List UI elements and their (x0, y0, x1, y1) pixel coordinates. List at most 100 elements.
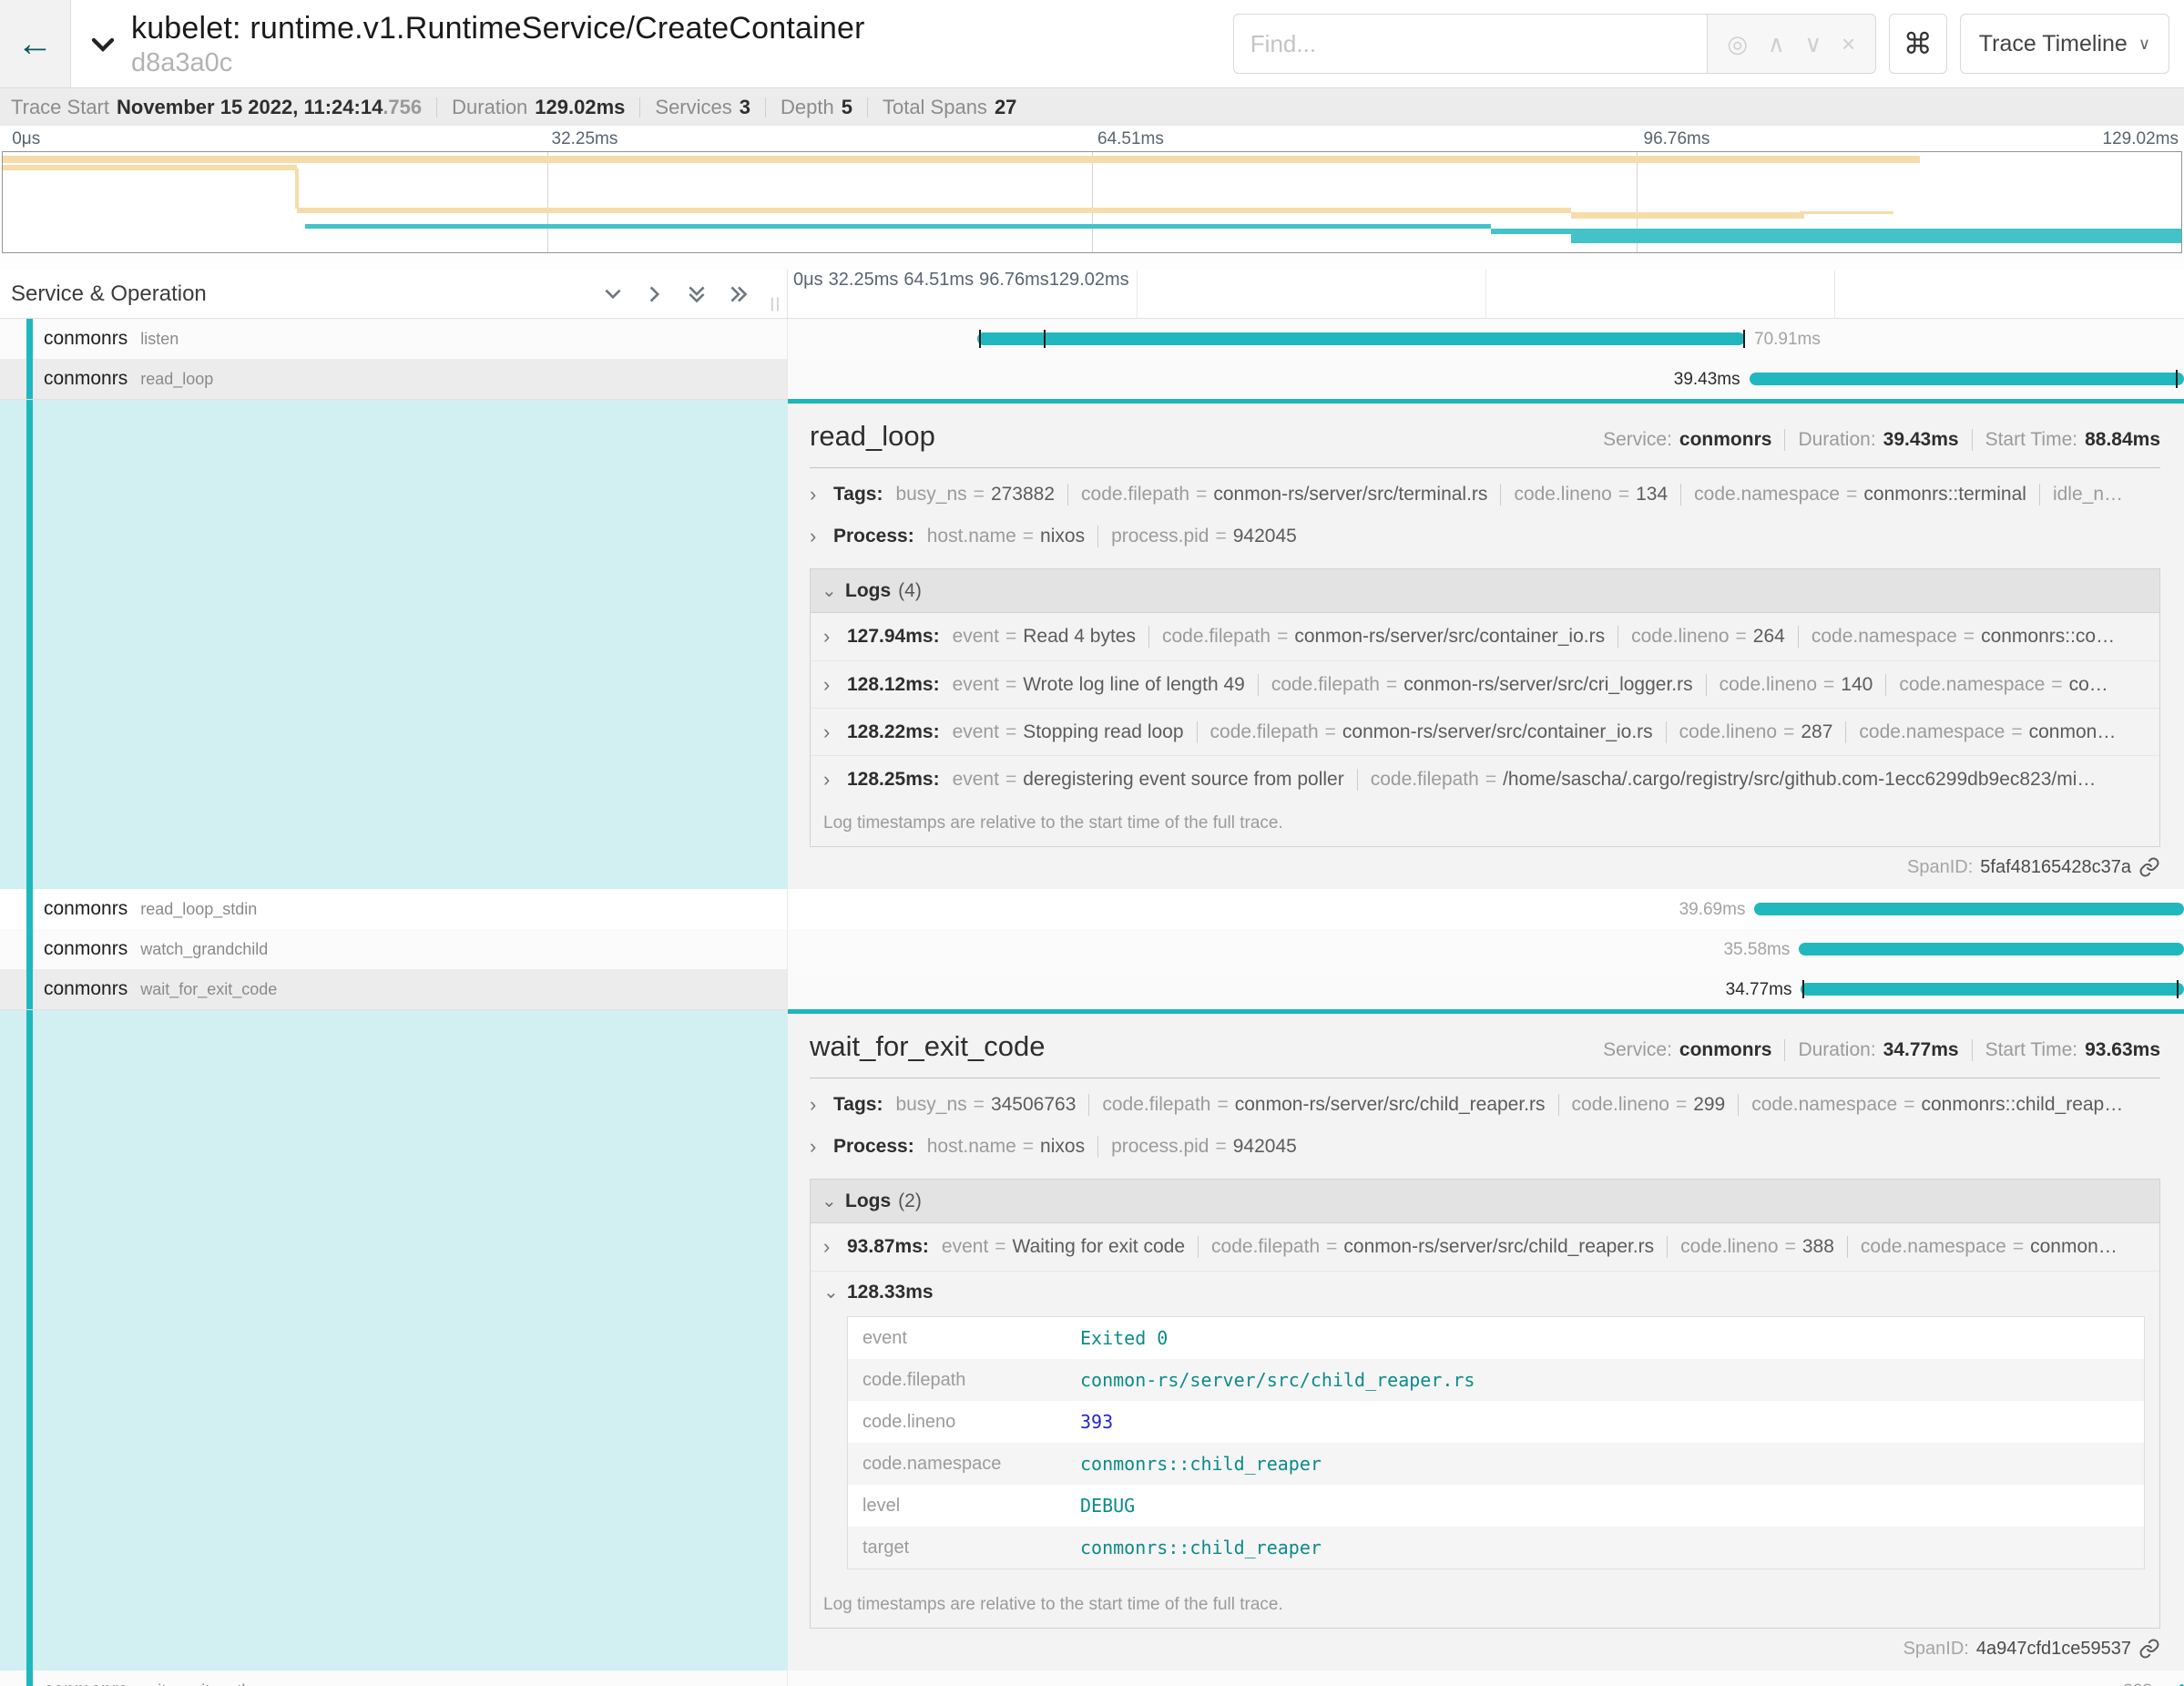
log-entry[interactable]: ›128.12ms:event=Wrote log line of length… (811, 660, 2159, 708)
tag-item: event=Read 4 bytes (953, 626, 1136, 648)
minimap-canvas[interactable] (2, 151, 2182, 253)
span-detail-meta: Service:conmonrs Duration:34.77ms Start … (1603, 1039, 2160, 1061)
span-row[interactable]: conmonrs read_loop_stdin 39.69ms (0, 889, 2184, 929)
minimap-ruler: 0μs32.25ms64.51ms96.76ms129.02ms (0, 126, 2184, 151)
tag-value: 942045 (1233, 1136, 1297, 1157)
duration-label: Duration (452, 96, 527, 119)
equals-sign: = (2051, 674, 2062, 695)
next-result-icon[interactable]: ∨ (1804, 30, 1822, 58)
span-detail-panel: wait_for_exit_code Service:conmonrs Dura… (0, 1009, 2184, 1671)
locate-icon[interactable]: ◎ (1727, 30, 1748, 58)
tag-item: code.filepath=conmon-rs/server/src/child… (1102, 1094, 1545, 1116)
divider (1258, 674, 1259, 696)
span-row[interactable]: conmonrs write_exit_path 303μs (0, 1671, 2184, 1686)
collapse-one-icon[interactable] (601, 282, 625, 306)
prev-result-icon[interactable]: ∧ (1768, 30, 1785, 58)
log-entry[interactable]: ›128.22ms:event=Stopping read loopcode.f… (811, 708, 2159, 755)
view-selector-button[interactable]: Trace Timeline ∨ (1960, 14, 2169, 74)
divider (1097, 1136, 1098, 1158)
equals-sign: = (1005, 721, 1016, 742)
span-bar[interactable] (1754, 903, 2184, 915)
chevron-right-icon: › (823, 768, 847, 792)
tag-key: code.lineno (1572, 1094, 1669, 1115)
tag-item: code.lineno=287 (1679, 721, 1833, 743)
tag-item: event=Stopping read loop (953, 721, 1184, 743)
span-detail-meta: Service:conmonrs Duration:39.43ms Start … (1603, 429, 2160, 451)
logs-footer-note: Log timestamps are relative to the start… (811, 802, 2159, 846)
chevron-right-icon: › (823, 673, 847, 697)
tag-item: process.pid=942045 (1111, 1136, 1297, 1158)
service-name: conmonrs (44, 328, 128, 350)
equals-sign: = (1005, 769, 1016, 790)
tag-key: event (953, 721, 999, 742)
span-bar[interactable] (1799, 943, 2184, 955)
find-input[interactable] (1233, 14, 1707, 74)
copy-link-icon[interactable] (2138, 1638, 2160, 1660)
process-accordion[interactable]: › Process: host.name=nixosprocess.pid=94… (810, 516, 2160, 557)
tag-item: code.namespace=conmonrs::child_reap… (1751, 1094, 2123, 1116)
find-tools: ◎ ∧ ∨ × (1707, 14, 1876, 74)
span-duration-label: 35.58ms (1723, 940, 1790, 960)
tag-item: host.name=nixos (927, 1136, 1085, 1158)
span-event-tick (2177, 980, 2179, 998)
tags-accordion[interactable]: › Tags: busy_ns=34506763code.filepath=co… (810, 1084, 2160, 1126)
tag-item: event=deregistering event source from po… (953, 769, 1344, 791)
process-label: Process: (833, 1136, 914, 1158)
tags-accordion[interactable]: › Tags: busy_ns=273882code.filepath=conm… (810, 474, 2160, 516)
span-row[interactable]: conmonrs listen 70.91ms (0, 319, 2184, 359)
span-bar[interactable] (1750, 373, 2184, 385)
log-entry[interactable]: ›93.87ms:event=Waiting for exit codecode… (811, 1223, 2159, 1271)
log-entry-expanded[interactable]: ⌄128.33ms (811, 1271, 2159, 1313)
collapse-all-icon[interactable] (685, 282, 709, 306)
span-rows-container: conmonrs listen 70.91ms conmonrs read_lo… (0, 319, 2184, 1686)
operation-name: read_loop (140, 370, 213, 389)
span-bar[interactable] (1801, 983, 2184, 996)
expand-one-icon[interactable] (643, 282, 667, 306)
logs-section: ⌄ Logs (4) ›127.94ms:event=Read 4 bytesc… (810, 568, 2160, 847)
process-label: Process: (833, 526, 914, 547)
collapse-header-chevron-icon[interactable] (87, 31, 118, 63)
span-event-tick (1044, 330, 1046, 348)
depth-value: 5 (842, 96, 852, 119)
tags-label: Tags: (833, 484, 883, 506)
equals-sign: = (1217, 1094, 1228, 1115)
ruler-tick-label: 96.76ms (1644, 129, 1710, 149)
minimap-gridline (547, 152, 548, 252)
log-entry[interactable]: ›127.94ms:event=Read 4 bytescode.filepat… (811, 613, 2159, 660)
equals-sign: = (1736, 626, 1747, 647)
span-bar[interactable] (977, 332, 1745, 345)
log-entry[interactable]: ›128.25ms:event=deregistering event sour… (811, 755, 2159, 802)
logs-accordion-header[interactable]: ⌄ Logs (4) (811, 569, 2159, 613)
total-spans-label: Total Spans (883, 96, 987, 119)
services-value: 3 (740, 96, 750, 119)
tag-key: code.filepath (1081, 484, 1189, 505)
minimap-gridline (1092, 152, 1093, 252)
tag-value: conmonrs::terminal (1863, 484, 2026, 505)
tag-value: 942045 (1233, 526, 1297, 547)
keyboard-shortcuts-button[interactable]: ⌘ (1889, 14, 1947, 74)
equals-sign: = (1277, 626, 1288, 647)
copy-link-icon[interactable] (2138, 856, 2160, 878)
back-button[interactable]: ← (0, 0, 71, 87)
column-resizer-handle[interactable]: || (771, 296, 781, 312)
span-row[interactable]: conmonrs watch_grandchild 35.58ms (0, 929, 2184, 969)
tag-value: nixos (1040, 1136, 1085, 1157)
trace-title: kubelet: runtime.v1.RuntimeService/Creat… (131, 11, 865, 46)
logs-accordion-header[interactable]: ⌄ Logs (2) (811, 1180, 2159, 1223)
log-field-row: targetconmonrs::child_reaper (848, 1527, 2144, 1568)
tag-item: event=Wrote log line of length 49 (953, 674, 1245, 696)
span-row[interactable]: conmonrs read_loop 39.43ms (0, 359, 2184, 399)
expand-all-icon[interactable] (727, 282, 750, 306)
chevron-down-icon: ⌄ (823, 1281, 847, 1303)
clear-search-icon[interactable]: × (1842, 30, 1855, 58)
service-color-bar (26, 359, 33, 399)
field-value: 393 (1080, 1411, 1113, 1433)
equals-sign: = (1386, 674, 1397, 695)
span-id-row: SpanID: 5faf48165428c37a (810, 856, 2160, 878)
span-row[interactable]: conmonrs wait_for_exit_code 34.77ms (0, 969, 2184, 1009)
equals-sign: = (1005, 626, 1016, 647)
process-accordion[interactable]: › Process: host.name=nixosprocess.pid=94… (810, 1126, 2160, 1168)
tag-key: code.filepath (1162, 626, 1271, 647)
equals-sign: = (1785, 1236, 1796, 1257)
equals-sign: = (1023, 526, 1034, 547)
